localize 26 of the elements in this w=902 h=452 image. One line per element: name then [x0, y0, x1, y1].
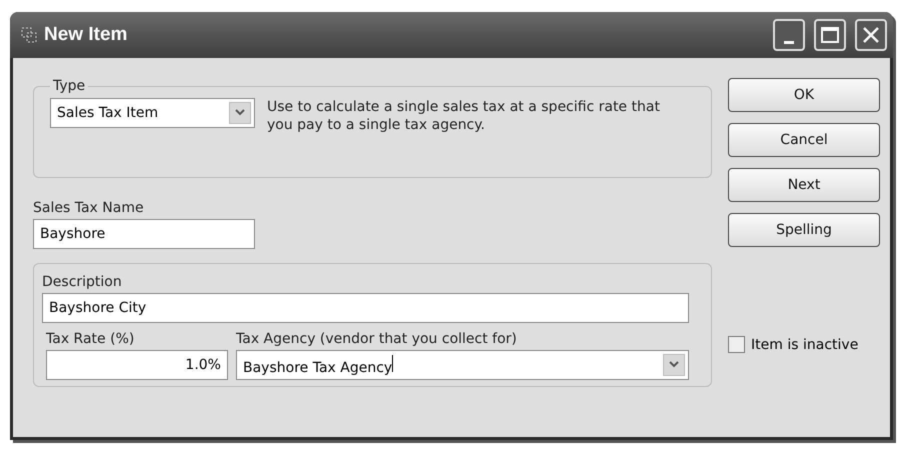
maximize-icon — [821, 27, 839, 43]
field-label: Sales Tax Name — [33, 200, 145, 216]
dialog-button[interactable]: Spelling — [728, 213, 880, 247]
type-dropdown[interactable]: Sales Tax Item — [50, 98, 255, 128]
window-title: New Item — [44, 24, 128, 46]
field-label: Description — [42, 274, 123, 290]
checkbox-label: Item is inactive — [751, 336, 858, 352]
minimize-icon — [784, 40, 794, 44]
maximize-button[interactable] — [814, 19, 846, 51]
chevron-icon — [663, 354, 686, 376]
chevron-icon — [229, 102, 251, 124]
agency-dropdown[interactable]: Bayshore Tax Agency — [236, 350, 690, 380]
input-field[interactable]: Bayshore City — [42, 293, 690, 323]
item-icon — [20, 26, 38, 44]
dialog-button[interactable]: Next — [728, 168, 880, 202]
field-label: Tax Agency (vendor that you collect for) — [236, 331, 518, 347]
type-description: Use to calculate a single sales tax at a specific rate that you pay to a single tax agency. — [267, 98, 661, 134]
input-field[interactable]: Bayshore — [33, 219, 255, 249]
field-label: Tax Rate (%) — [46, 331, 136, 347]
dialog-button[interactable]: OK — [728, 78, 880, 112]
type-legend: Type — [50, 78, 88, 94]
input-field[interactable]: 1.0% — [46, 350, 228, 380]
minimize-button[interactable] — [773, 19, 805, 51]
close-icon — [862, 26, 880, 44]
dialog-button[interactable]: Cancel — [728, 123, 880, 157]
close-button[interactable] — [855, 19, 887, 51]
